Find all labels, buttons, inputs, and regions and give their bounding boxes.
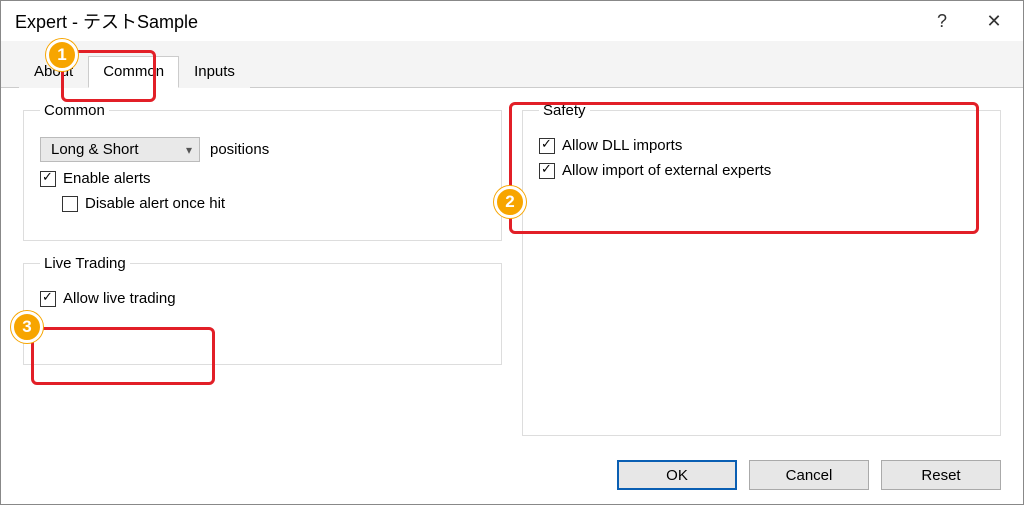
allow-dll-checkbox[interactable]: Allow DLL imports	[539, 137, 984, 154]
allow-live-trading-label: Allow live trading	[63, 290, 176, 307]
disable-alert-once-hit-input[interactable]	[62, 196, 78, 212]
allow-external-experts-checkbox[interactable]: Allow import of external experts	[539, 162, 984, 179]
disable-alert-once-hit-label: Disable alert once hit	[85, 195, 225, 212]
reset-button[interactable]: Reset	[881, 460, 1001, 490]
allow-dll-input[interactable]	[539, 138, 555, 154]
positions-label: positions	[210, 141, 269, 158]
common-legend: Common	[40, 102, 109, 119]
ok-button[interactable]: OK	[617, 460, 737, 490]
help-icon[interactable]: ?	[927, 11, 957, 32]
tab-common[interactable]: Common	[88, 56, 179, 88]
safety-group: Safety Allow DLL imports Allow import of…	[522, 102, 1001, 436]
enable-alerts-input[interactable]	[40, 171, 56, 187]
right-column: Safety Allow DLL imports Allow import of…	[522, 102, 1001, 450]
expert-properties-window: Expert - テストSample ? ✕ About Common Inpu…	[0, 0, 1024, 505]
allow-live-trading-checkbox[interactable]: Allow live trading	[40, 290, 485, 307]
titlebar-controls: ? ✕	[927, 11, 1009, 32]
enable-alerts-label: Enable alerts	[63, 170, 151, 187]
allow-external-experts-label: Allow import of external experts	[562, 162, 771, 179]
cancel-button[interactable]: Cancel	[749, 460, 869, 490]
window-title: Expert - テストSample	[15, 8, 198, 34]
tab-inputs[interactable]: Inputs	[179, 56, 250, 88]
allow-live-trading-input[interactable]	[40, 291, 56, 307]
live-trading-group: Live Trading Allow live trading	[23, 255, 502, 365]
allow-dll-label: Allow DLL imports	[562, 137, 682, 154]
close-icon[interactable]: ✕	[979, 11, 1009, 32]
left-column: Common Long & Short ▾ positions Enable a…	[23, 102, 502, 450]
button-bar: OK Cancel Reset	[1, 450, 1023, 504]
safety-legend: Safety	[539, 102, 590, 119]
positions-select[interactable]: Long & Short	[40, 137, 200, 162]
positions-row: Long & Short ▾ positions	[40, 137, 485, 162]
enable-alerts-checkbox[interactable]: Enable alerts	[40, 170, 485, 187]
tabbar: About Common Inputs	[1, 41, 1023, 88]
live-trading-legend: Live Trading	[40, 255, 130, 272]
tab-about[interactable]: About	[19, 56, 88, 88]
content-area: Common Long & Short ▾ positions Enable a…	[1, 88, 1023, 450]
titlebar: Expert - テストSample ? ✕	[1, 1, 1023, 41]
common-group: Common Long & Short ▾ positions Enable a…	[23, 102, 502, 241]
allow-external-experts-input[interactable]	[539, 163, 555, 179]
disable-alert-once-hit-checkbox[interactable]: Disable alert once hit	[62, 195, 485, 212]
positions-select-wrap: Long & Short ▾	[40, 137, 200, 162]
